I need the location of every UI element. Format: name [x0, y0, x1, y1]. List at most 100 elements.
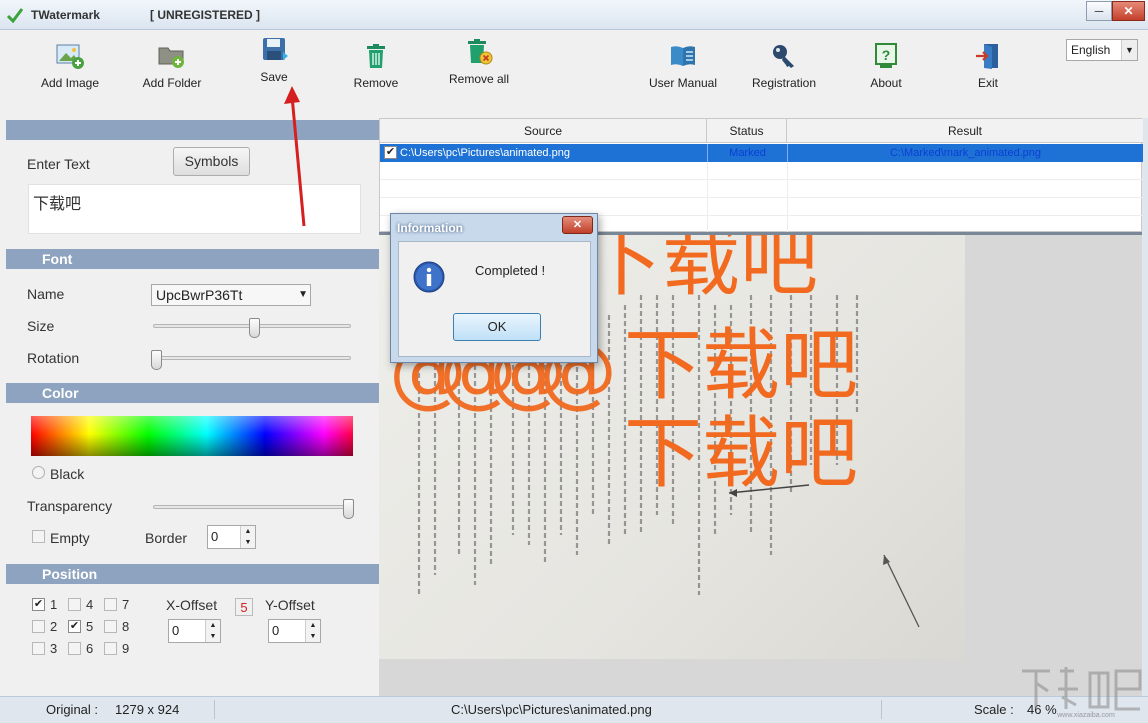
title-bar: TWatermark [ UNREGISTERED ] ─ ✕ — [0, 0, 1148, 30]
add-folder-icon — [158, 47, 184, 68]
column-header-status[interactable]: Status — [707, 119, 787, 143]
font-name-label: Name — [27, 286, 65, 302]
border-value: 0 — [211, 529, 219, 544]
position-checkbox-3[interactable] — [32, 642, 45, 655]
trash-icon — [367, 44, 385, 68]
exit-label: Exit — [977, 76, 998, 90]
position-checkbox-7[interactable] — [104, 598, 117, 611]
position-section-header: Position — [6, 564, 379, 584]
column-header-source[interactable]: Source — [380, 119, 707, 143]
chevron-down-icon: ▼ — [1121, 40, 1137, 60]
transparency-slider-thumb[interactable] — [343, 499, 354, 519]
list-item — [380, 180, 1143, 198]
y-offset-label: Y-Offset — [265, 597, 315, 613]
font-name-select[interactable]: UpcBwrP36Tt ▼ — [151, 284, 311, 306]
color-palette[interactable] — [31, 416, 353, 456]
about-label: About — [870, 76, 902, 90]
watermark-text: 下载吧 — [624, 409, 859, 499]
position-checkbox-6[interactable] — [68, 642, 81, 655]
exit-button[interactable]: Exit — [943, 40, 1033, 100]
symbols-button[interactable]: Symbols — [173, 147, 250, 176]
about-button[interactable]: ? About — [841, 40, 931, 100]
key-icon — [773, 45, 794, 68]
position-checkbox-9[interactable] — [104, 642, 117, 655]
remove-button[interactable]: Remove — [331, 40, 421, 100]
empty-checkbox[interactable] — [32, 530, 45, 543]
position-checkbox-4[interactable] — [68, 598, 81, 611]
registration-button[interactable]: Registration — [739, 40, 829, 100]
remove-label: Remove — [353, 76, 399, 90]
remove-all-icon — [468, 39, 493, 65]
row-source: C:\Users\pc\Pictures\animated.png — [400, 147, 570, 159]
column-header-result[interactable]: Result — [787, 119, 1143, 143]
position-checkbox-2[interactable] — [32, 620, 45, 633]
language-select[interactable]: English ▼ — [1066, 39, 1138, 61]
svg-text:?: ? — [882, 47, 891, 63]
language-value: English — [1071, 43, 1111, 57]
table-row[interactable]: ✔ C:\Users\pc\Pictures\animated.png Mark… — [380, 144, 1143, 162]
svg-text:www.xiazaiba.com: www.xiazaiba.com — [1056, 712, 1115, 719]
dialog-body: Completed ! OK — [398, 241, 591, 357]
app-title: TWatermark — [31, 8, 100, 22]
annotation-arrow-icon — [284, 86, 306, 227]
text-section-header — [6, 120, 379, 140]
ok-button[interactable]: OK — [453, 313, 541, 341]
book-icon — [671, 46, 695, 66]
dialog-close-button[interactable]: ✕ — [562, 216, 593, 234]
row-checkbox[interactable]: ✔ — [384, 146, 397, 159]
black-radio[interactable] — [32, 466, 45, 479]
minimize-button[interactable]: ─ — [1086, 1, 1112, 21]
transparency-label: Transparency — [27, 498, 113, 514]
y-offset-spinner[interactable]: 0 ▲ ▼ — [268, 619, 321, 643]
position-label-1: 1 — [50, 597, 58, 612]
add-folder-button[interactable]: Add Folder — [127, 40, 217, 100]
status-divider — [881, 700, 882, 719]
app-icon — [7, 8, 23, 23]
black-label: Black — [50, 466, 85, 482]
x-offset-value: 0 — [172, 623, 180, 638]
row-status: Marked — [707, 144, 787, 162]
size-slider-thumb[interactable] — [248, 318, 260, 338]
position-label-9: 9 — [122, 641, 130, 656]
position-label-2: 2 — [50, 619, 58, 634]
selected-position-number: 5 — [235, 598, 253, 616]
user-manual-label: User Manual — [648, 76, 718, 90]
dialog-message: Completed ! — [475, 263, 546, 278]
x-offset-spinner[interactable]: 0 ▲ ▼ — [168, 619, 221, 643]
column-divider — [707, 162, 708, 232]
watermark-text: 下载吧 — [584, 235, 819, 307]
watermark-text: 下载吧 — [624, 321, 859, 411]
status-divider — [214, 700, 215, 719]
border-spinner[interactable]: 0 ▲ ▼ — [207, 525, 256, 549]
close-button[interactable]: ✕ — [1112, 1, 1145, 21]
rotation-slider[interactable] — [153, 356, 351, 360]
scale-label: Scale : — [974, 702, 1014, 717]
list-item — [380, 162, 1143, 180]
user-manual-button[interactable]: User Manual — [638, 40, 728, 100]
status-bar: Original : 1279 x 924 C:\Users\pc\Pictur… — [0, 696, 1148, 723]
add-image-icon — [56, 44, 84, 69]
position-checkbox-8[interactable] — [104, 620, 117, 633]
spinner-arrows-icon[interactable]: ▲ ▼ — [205, 620, 220, 642]
rotation-slider-thumb[interactable] — [151, 350, 162, 370]
add-folder-label: Add Folder — [142, 76, 202, 90]
dialog-title: Information — [397, 221, 463, 235]
position-label-4: 4 — [86, 597, 94, 612]
position-label-8: 8 — [122, 619, 130, 634]
remove-all-button[interactable]: Remove all — [434, 39, 524, 100]
position-checkbox-1[interactable]: ✔ — [32, 598, 45, 611]
position-checkbox-5[interactable]: ✔ — [68, 620, 81, 633]
x-offset-label: X-Offset — [166, 597, 218, 613]
position-label-5: 5 — [86, 619, 94, 634]
rotation-label: Rotation — [27, 350, 80, 366]
border-label: Border — [145, 530, 188, 546]
add-image-button[interactable]: Add Image — [25, 40, 115, 100]
transparency-slider[interactable] — [153, 505, 351, 509]
add-image-label: Add Image — [40, 76, 100, 90]
original-size-label: Original : — [46, 702, 99, 717]
spinner-arrows-icon[interactable]: ▲ ▼ — [305, 620, 320, 642]
chevron-down-icon: ▼ — [298, 289, 308, 300]
status-path: C:\Users\pc\Pictures\animated.png — [451, 702, 652, 717]
exit-icon — [976, 44, 998, 69]
spinner-arrows-icon[interactable]: ▲ ▼ — [240, 526, 255, 548]
